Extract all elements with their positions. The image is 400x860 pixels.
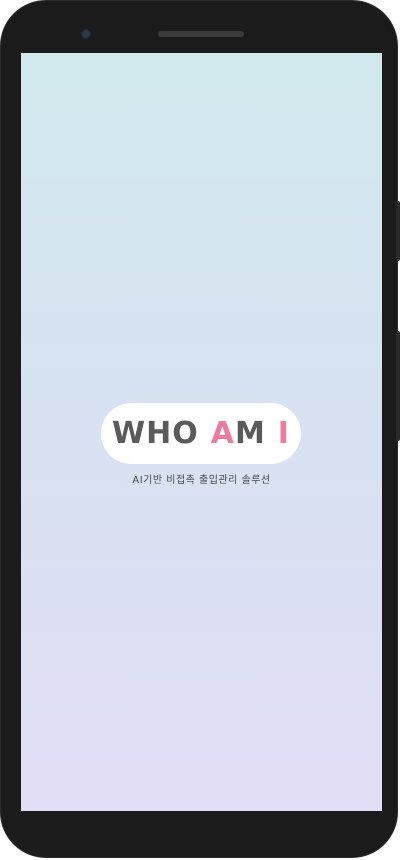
logo-text-a: A	[210, 416, 235, 451]
front-camera-icon	[81, 29, 91, 39]
splash-screen: WHO A M I AI기반 비접촉 출입관리 솔루션	[21, 53, 382, 811]
logo-text-i: I	[277, 416, 290, 451]
logo-text-who: WHO	[112, 416, 199, 451]
phone-frame: WHO A M I AI기반 비접촉 출입관리 솔루션	[0, 0, 400, 858]
speaker-grille	[158, 31, 244, 37]
app-tagline: AI기반 비접촉 출입관리 솔루션	[132, 475, 271, 486]
volume-button	[396, 201, 400, 261]
logo-text-m: M	[234, 416, 266, 451]
power-button	[396, 331, 400, 441]
app-logo: WHO A M I	[101, 403, 301, 464]
